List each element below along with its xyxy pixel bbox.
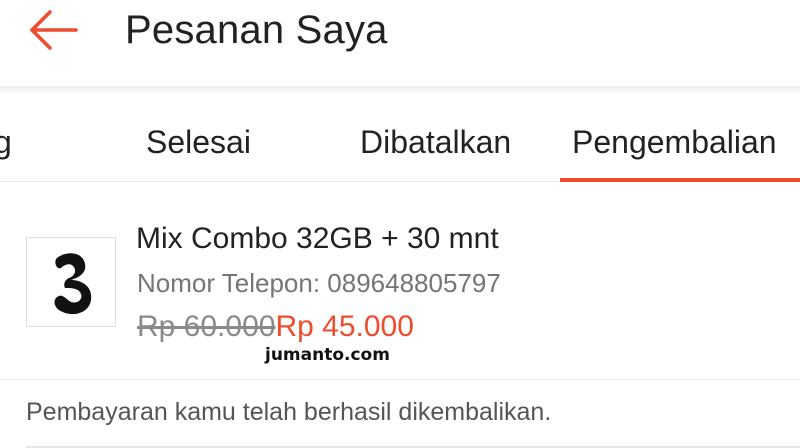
three-logo-icon xyxy=(54,253,92,315)
divider xyxy=(0,379,800,380)
order-tabs: g Selesai Dibatalkan Pengembalian xyxy=(0,94,800,182)
refund-status-message: Pembayaran kamu telah berhasil dikembali… xyxy=(26,398,552,426)
active-tab-indicator xyxy=(560,178,800,182)
tab-partial[interactable]: g xyxy=(0,122,12,162)
product-name: Mix Combo 32GB + 30 mnt xyxy=(136,222,499,255)
watermark: jumanto.com xyxy=(265,345,390,365)
phone-number: Nomor Telepon: 089648805797 xyxy=(137,268,501,298)
discount-price: Rp 45.000 xyxy=(275,310,414,343)
back-button[interactable] xyxy=(26,8,82,52)
tab-selesai[interactable]: Selesai xyxy=(146,122,251,162)
header-shadow xyxy=(0,86,800,94)
app-header: Pesanan Saya xyxy=(0,0,800,90)
original-price: Rp 60.000 xyxy=(137,310,276,343)
price-row: Rp 60.000Rp 45.000 xyxy=(137,309,414,345)
order-card[interactable]: Mix Combo 32GB + 30 mnt Nomor Telepon: 0… xyxy=(0,183,800,379)
arrow-left-icon xyxy=(30,10,78,50)
product-thumbnail xyxy=(26,237,116,327)
tab-pengembalian[interactable]: Pengembalian xyxy=(572,122,777,162)
tab-dibatalkan[interactable]: Dibatalkan xyxy=(360,122,511,162)
page-title: Pesanan Saya xyxy=(125,8,388,52)
